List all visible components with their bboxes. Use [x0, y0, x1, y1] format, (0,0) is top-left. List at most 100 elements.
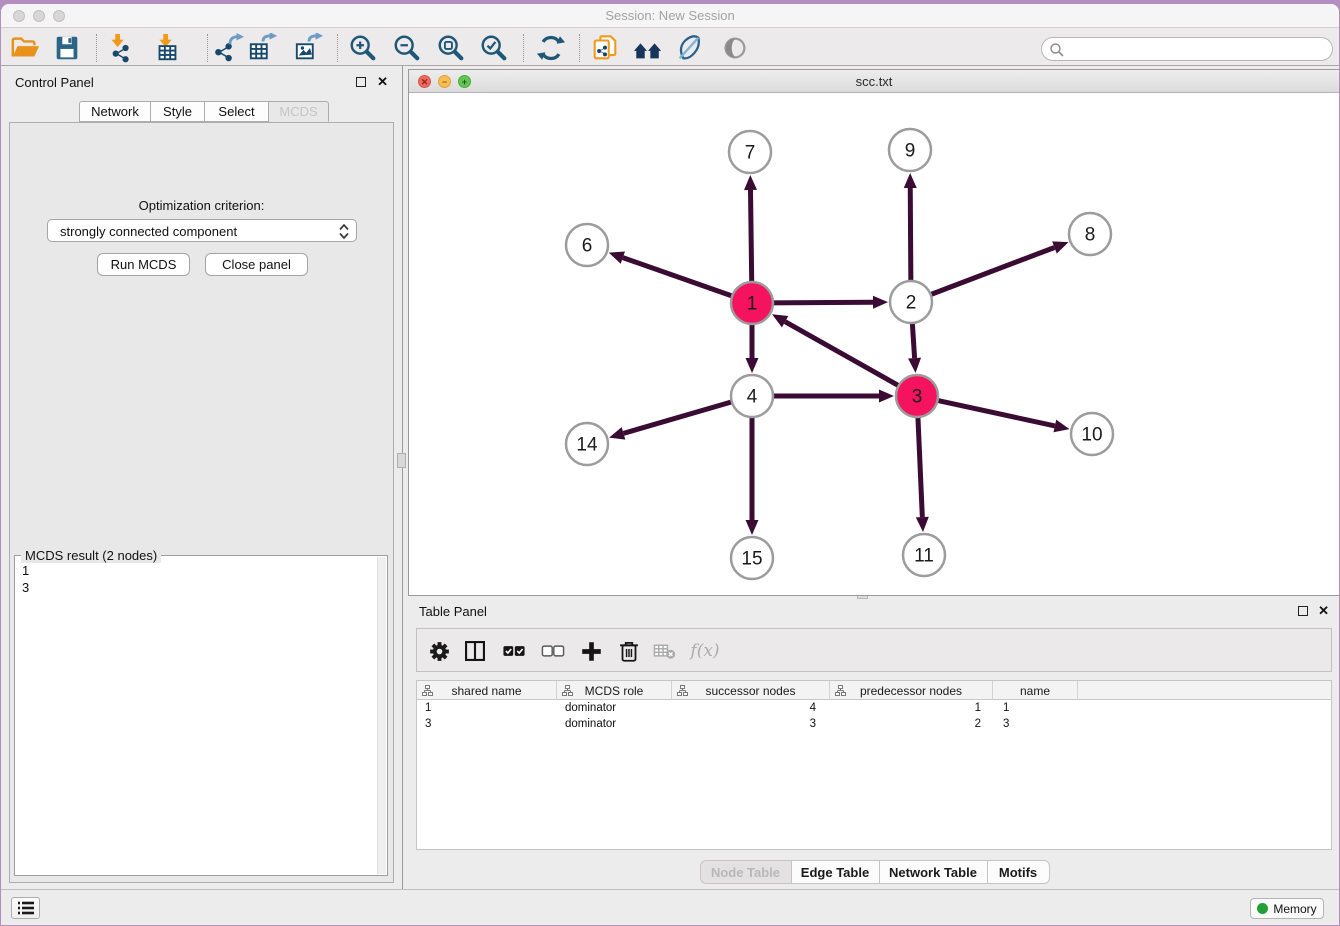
- tab-motifs[interactable]: Motifs: [988, 860, 1050, 884]
- column-header-name[interactable]: name: [993, 681, 1078, 700]
- tab-network[interactable]: Network: [79, 101, 151, 122]
- graph-edge-1-7[interactable]: [751, 190, 752, 285]
- table-cell: dominator: [557, 716, 672, 732]
- tab-select[interactable]: Select: [205, 101, 269, 122]
- graph-node-label: 8: [1085, 225, 1096, 246]
- result-scrollbar[interactable]: [377, 557, 386, 874]
- ndex-icon[interactable]: [632, 32, 664, 64]
- graph-edge-2-9[interactable]: [910, 188, 911, 284]
- edge-arrow-icon: [609, 251, 625, 263]
- column-header-shared-name[interactable]: shared name: [417, 681, 557, 700]
- search-box: [1041, 37, 1333, 61]
- column-header-successor-nodes[interactable]: successor nodes: [672, 681, 830, 700]
- open-session-icon[interactable]: [9, 32, 41, 64]
- table-close-icon[interactable]: ✕: [1318, 605, 1329, 617]
- graph-edge-2-3[interactable]: [912, 320, 914, 358]
- zoom-selected-icon[interactable]: [478, 32, 510, 64]
- edge-arrow-icon: [746, 520, 759, 535]
- graph-node-label: 1: [747, 294, 758, 315]
- edge-arrow-icon: [873, 296, 888, 309]
- optimization-select[interactable]: strongly connected component: [47, 219, 357, 242]
- table-cell: 3: [417, 716, 557, 732]
- control-panel: Control Panel ✕ NetworkStyleSelectMCDS O…: [1, 66, 403, 889]
- gear-icon[interactable]: [423, 635, 455, 667]
- close-panel-icon[interactable]: ✕: [377, 76, 388, 88]
- network-view-window: ✕ − + scc.txt 7968124314101511: [408, 69, 1339, 596]
- graph-node-label: 11: [914, 546, 934, 567]
- graph-edge-1-2[interactable]: [770, 302, 873, 303]
- memory-status-icon: [1257, 903, 1268, 914]
- graph-node-label: 3: [912, 387, 923, 408]
- table-row[interactable]: 1dominator411: [417, 700, 1331, 716]
- deselect-all-icon[interactable]: [537, 635, 569, 667]
- tab-network-table[interactable]: Network Table: [880, 860, 988, 884]
- graph-edge-3-11[interactable]: [918, 414, 923, 517]
- tab-mcds[interactable]: MCDS: [269, 101, 329, 122]
- delete-icon[interactable]: [613, 635, 645, 667]
- graph-node-label: 15: [741, 549, 762, 570]
- export-network-icon[interactable]: [213, 32, 245, 64]
- table-row[interactable]: 3dominator323: [417, 716, 1331, 732]
- table-cell: dominator: [557, 700, 672, 716]
- graph-edge-3-10[interactable]: [935, 400, 1055, 426]
- graph-edge-1-6[interactable]: [623, 258, 735, 297]
- network-copy-icon[interactable]: [589, 32, 621, 64]
- column-header-MCDS-role[interactable]: MCDS role: [557, 681, 672, 700]
- main-toolbar: [1, 28, 1339, 66]
- network-graph: 7968124314101511: [409, 94, 1339, 596]
- import-network-icon[interactable]: [103, 32, 135, 64]
- table-float-icon[interactable]: [1298, 606, 1308, 616]
- zoom-out-icon[interactable]: [391, 32, 423, 64]
- refresh-layout-icon[interactable]: [535, 32, 567, 64]
- save-session-icon[interactable]: [51, 32, 83, 64]
- network-canvas[interactable]: 7968124314101511: [409, 94, 1339, 595]
- export-image-icon[interactable]: [293, 32, 325, 64]
- zoom-in-icon[interactable]: [347, 32, 379, 64]
- mcds-result-text[interactable]: 1 3: [22, 562, 29, 596]
- mcds-panel: Optimization criterion: strongly connect…: [9, 122, 394, 883]
- table-cell: 3: [672, 716, 830, 732]
- delete-table-icon: [649, 635, 681, 667]
- search-input[interactable]: [1068, 40, 1323, 58]
- zoom-fit-icon[interactable]: [435, 32, 467, 64]
- network-window-title: scc.txt: [409, 74, 1339, 89]
- window-title: Session: New Session: [1, 8, 1339, 23]
- graph-edge-2-8[interactable]: [928, 247, 1055, 295]
- eye-icon[interactable]: [719, 32, 751, 64]
- node-table[interactable]: shared nameMCDS rolesuccessor nodesprede…: [416, 680, 1332, 850]
- tab-style[interactable]: Style: [151, 101, 205, 122]
- style-icon[interactable]: [673, 32, 705, 64]
- mcds-result-legend: MCDS result (2 nodes): [21, 548, 161, 563]
- network-window-titlebar[interactable]: ✕ − + scc.txt: [409, 70, 1339, 93]
- table-cell: 1: [993, 700, 1078, 716]
- status-bar: Memory: [1, 889, 1339, 925]
- graph-edge-3-1[interactable]: [785, 322, 901, 388]
- float-panel-icon[interactable]: [356, 77, 366, 87]
- task-history-button[interactable]: [11, 897, 40, 919]
- tab-node-table[interactable]: Node Table: [700, 860, 792, 884]
- control-panel-title: Control Panel: [15, 75, 94, 90]
- close-panel-button[interactable]: Close panel: [205, 253, 308, 276]
- graph-node-label: 10: [1081, 425, 1102, 446]
- column-header-predecessor-nodes[interactable]: predecessor nodes: [830, 681, 993, 700]
- table-toolbar: f(x): [416, 628, 1332, 672]
- columns-icon[interactable]: [459, 635, 491, 667]
- function-builder-icon: f(x): [685, 635, 725, 667]
- table-header: shared nameMCDS rolesuccessor nodesprede…: [417, 681, 1331, 700]
- run-mcds-button[interactable]: Run MCDS: [97, 253, 190, 276]
- graph-node-label: 9: [905, 141, 916, 162]
- edge-arrow-icon: [746, 358, 759, 373]
- tab-edge-table[interactable]: Edge Table: [792, 860, 880, 884]
- graph-edge-4-14[interactable]: [623, 401, 734, 433]
- select-all-icon[interactable]: [498, 635, 530, 667]
- export-table-icon[interactable]: [247, 32, 279, 64]
- memory-button[interactable]: Memory: [1250, 898, 1324, 919]
- table-cell: 2: [830, 716, 993, 732]
- add-column-icon[interactable]: [575, 635, 607, 667]
- edge-arrow-icon: [904, 173, 917, 188]
- edge-arrow-icon: [879, 390, 894, 403]
- edge-arrow-icon: [609, 427, 625, 439]
- panel-divider-handle[interactable]: [397, 453, 406, 468]
- import-table-icon[interactable]: [151, 32, 183, 64]
- table-cell: 1: [417, 700, 557, 716]
